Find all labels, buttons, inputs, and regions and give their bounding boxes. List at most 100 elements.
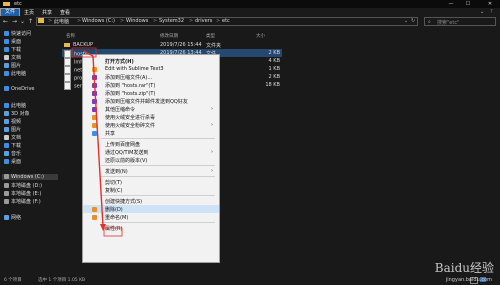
breadcrumb-drivers[interactable]: drivers: [195, 18, 212, 24]
sidebar-item[interactable]: 图片: [4, 126, 21, 133]
context-menu-label: 打开方式(H): [105, 59, 134, 65]
sidebar-item[interactable]: 此电脑: [4, 70, 26, 77]
context-menu-item[interactable]: 上传到百度网盘: [83, 140, 219, 148]
context-menu-label: 通过QQ/TIM发送到: [105, 150, 149, 156]
breadcrumb-system32[interactable]: System32: [159, 18, 184, 24]
sidebar-item[interactable]: OneDrive: [4, 86, 35, 92]
sublime-icon: [92, 66, 97, 72]
sidebar-item[interactable]: 快速访问: [4, 30, 31, 37]
computer-icon: [4, 103, 9, 108]
ribbon-tab-home[interactable]: 主页: [24, 9, 34, 16]
context-menu-item[interactable]: 创建快捷方式(S): [83, 197, 219, 205]
context-menu-label: 其他压缩命令: [105, 107, 136, 113]
sidebar-item[interactable]: 桌面: [4, 38, 21, 45]
sidebar-item[interactable]: 文档: [4, 54, 21, 61]
column-header-type[interactable]: 类型: [206, 33, 215, 39]
column-header-date[interactable]: 修改日期: [160, 33, 178, 39]
drive-icon: [4, 174, 9, 179]
search-placeholder: 搜索"etc": [437, 20, 460, 26]
file-size: 2 KB: [268, 50, 280, 56]
back-arrow-icon[interactable]: ←: [1, 17, 10, 26]
sidebar-item[interactable]: 下载: [4, 46, 21, 53]
context-menu: 打开方式(H) Edit with Sublime Text3 添加到压缩文件(A)…: [82, 54, 220, 263]
computer-icon: [4, 71, 9, 76]
sidebar-item-label: 视频: [11, 119, 22, 125]
breadcrumb-windows[interactable]: Windows: [126, 18, 148, 24]
navigation-pane: 快速访问 桌面 下载 文档 图片 此电脑 OneDrive 此电脑 3D 对象 视频 图片 文档 下载音…: [0, 28, 60, 270]
submenu-arrow-icon: ›: [211, 122, 213, 128]
sidebar-item[interactable]: 桌面: [4, 158, 21, 165]
document-icon: [4, 55, 9, 60]
sidebar-item-label: 3D 对象: [11, 111, 30, 117]
breadcrumb-c-drive[interactable]: Windows (C:): [82, 18, 115, 24]
sidebar-item[interactable]: 图片: [4, 62, 21, 69]
context-menu-item[interactable]: 重命名(M): [83, 213, 219, 221]
sidebar-item[interactable]: 文档: [4, 134, 21, 141]
column-header-name[interactable]: 名称: [66, 33, 75, 39]
sidebar-item[interactable]: 此电脑: [4, 102, 26, 109]
sidebar-item-label: 此电脑: [11, 103, 27, 109]
maximize-button[interactable]: ☐: [461, 0, 475, 8]
column-header-size[interactable]: 大小: [256, 33, 265, 39]
context-menu-item[interactable]: 使用火绒安全粉碎文件 ›: [83, 121, 219, 129]
close-button[interactable]: ✕: [480, 0, 500, 8]
search-icon: ⌕: [428, 19, 431, 25]
sidebar-item[interactable]: 本地磁盘 (D:): [4, 182, 42, 189]
context-menu-item[interactable]: 通过QQ/TIM发送到 ›: [83, 148, 219, 156]
context-menu-item[interactable]: 添加到 "hosts.zip"(T): [83, 89, 219, 97]
sidebar-item[interactable]: 视频: [4, 118, 21, 125]
help-icon[interactable]: ?: [490, 9, 493, 15]
chevron-down-icon[interactable]: ⌄: [480, 9, 484, 15]
breadcrumb-this-pc[interactable]: 此电脑: [54, 18, 69, 25]
context-menu-item[interactable]: 添加到压缩文件并邮件发送到QQ好友: [83, 97, 219, 105]
sidebar-item[interactable]: Windows (C:): [2, 174, 58, 180]
file-date: 2019/7/26 15:44: [160, 42, 202, 48]
search-input[interactable]: ⌕ 搜索"etc": [424, 17, 496, 26]
context-menu-item[interactable]: 复制(C): [83, 186, 219, 194]
picture-icon: [4, 63, 9, 68]
context-menu-label: 添加到压缩文件(A)...: [105, 75, 153, 81]
address-dropdown-icon[interactable]: ⌄: [404, 18, 408, 24]
sidebar-item-label: 桌面: [11, 39, 22, 45]
context-menu-item[interactable]: 其他压缩命令 ›: [83, 105, 219, 113]
context-menu-item[interactable]: 删除(D): [83, 205, 219, 213]
context-menu-item[interactable]: 发送到(N) ›: [83, 167, 219, 175]
sidebar-item-label: 快速访问: [11, 31, 32, 37]
context-menu-item[interactable]: 添加到 "hosts.rar"(T): [83, 81, 219, 89]
sidebar-item[interactable]: 本地磁盘 (F:): [4, 198, 41, 205]
context-menu-item[interactable]: 共享: [83, 129, 219, 137]
sidebar-item[interactable]: 3D 对象: [4, 110, 30, 117]
sidebar-item[interactable]: 下载: [4, 142, 21, 149]
sidebar-item-label: 本地磁盘 (D:): [11, 183, 43, 189]
context-menu-label: Edit with Sublime Text3: [105, 66, 164, 72]
file-row[interactable]: BACKUP 2019/7/26 15:44 文件夹: [62, 41, 282, 49]
up-arrow-icon[interactable]: ↑: [26, 17, 35, 26]
sidebar-item-label: 网络: [11, 215, 22, 221]
context-menu-item[interactable]: 属性(R): [83, 224, 219, 232]
context-menu-label: 上传到百度网盘: [105, 142, 141, 148]
ribbon-tab-share[interactable]: 共享: [42, 9, 52, 16]
music-icon: [4, 151, 9, 156]
sidebar-item[interactable]: 本地磁盘 (E:): [4, 190, 41, 197]
window-title: etc: [14, 1, 22, 7]
context-menu-item[interactable]: 添加到压缩文件(A)...: [83, 73, 219, 81]
context-menu-label: 添加到 "hosts.zip"(T): [105, 91, 156, 97]
menu-separator: [101, 195, 215, 196]
breadcrumb-etc[interactable]: etc: [222, 18, 230, 24]
archive-icon: [92, 98, 97, 104]
context-menu-item[interactable]: 剪切(T): [83, 178, 219, 186]
menu-separator: [101, 165, 215, 166]
refresh-icon[interactable]: ↻: [411, 18, 415, 24]
context-menu-item[interactable]: 还原以前的版本(V): [83, 156, 219, 164]
watermark: Baidu经验: [435, 259, 494, 276]
sidebar-item[interactable]: 音乐: [4, 150, 21, 157]
context-menu-item[interactable]: 使用火绒安全进行杀毒: [83, 113, 219, 121]
sidebar-item-label: 文档: [11, 55, 22, 61]
minimize-button[interactable]: —: [444, 0, 458, 8]
context-menu-item[interactable]: 打开方式(H): [83, 57, 219, 65]
sidebar-item[interactable]: 网络: [4, 214, 21, 221]
video-icon: [4, 119, 9, 124]
shield-icon: [92, 214, 97, 220]
ribbon-tab-view[interactable]: 查看: [60, 9, 70, 16]
context-menu-item[interactable]: Edit with Sublime Text3: [83, 65, 219, 73]
